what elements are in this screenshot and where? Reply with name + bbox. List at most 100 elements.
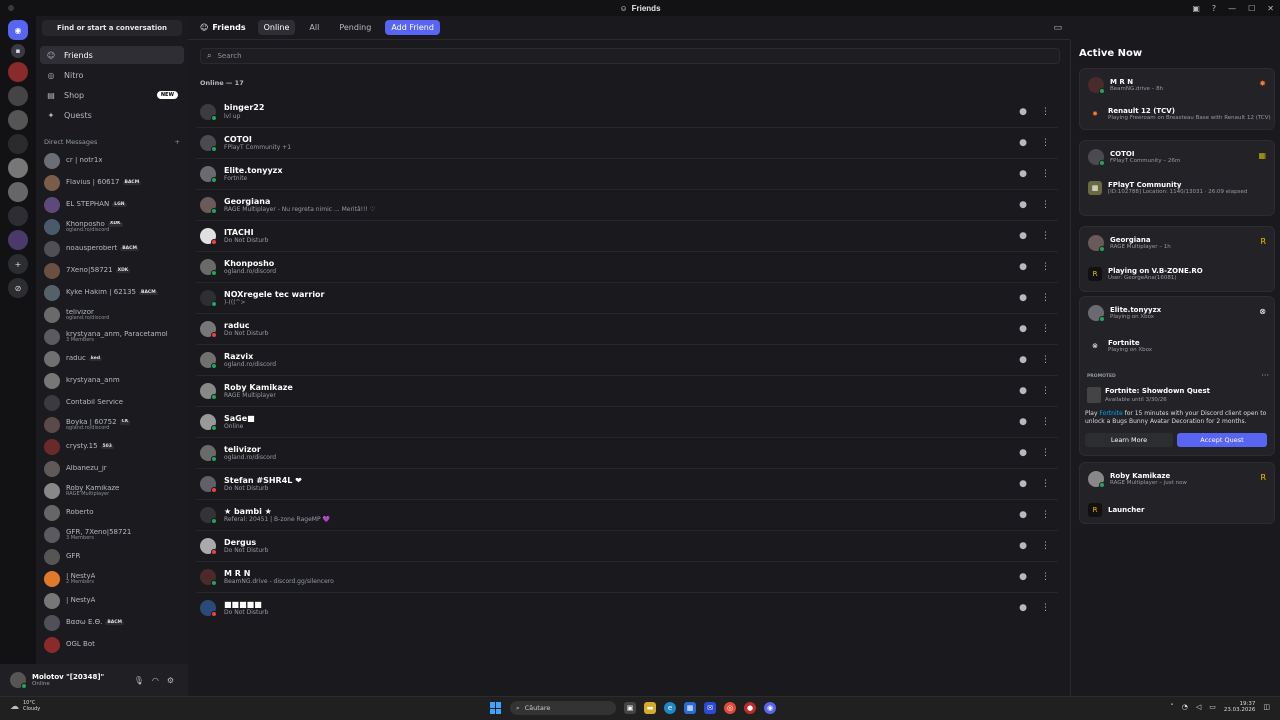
friend-row[interactable]: Elite.tonyyzx Fortnite ● ⋮ <box>196 158 1058 189</box>
dm-item[interactable]: noausperobert BACM <box>40 238 184 260</box>
dm-item[interactable]: 7Xeno|58721 XDK <box>40 260 184 282</box>
message-icon[interactable]: ● <box>1019 169 1027 179</box>
mic-icon[interactable]: 🎙 <box>134 676 144 685</box>
discover-icon[interactable]: ⊘ <box>8 278 28 298</box>
more-options-icon[interactable]: ⋮ <box>1041 169 1050 179</box>
server-icon[interactable]: ▪ <box>11 44 25 58</box>
message-icon[interactable]: ● <box>1019 510 1027 520</box>
more-options-icon[interactable]: ⋮ <box>1041 572 1050 582</box>
close-icon[interactable]: ✕ <box>1267 4 1274 13</box>
clock[interactable]: 19:37 23.03.2026 <box>1224 701 1256 713</box>
friend-row[interactable]: ITACHI Do Not Disturb ● ⋮ <box>196 220 1058 251</box>
friend-row[interactable]: binger22 lvl up ● ⋮ <box>196 96 1058 127</box>
friend-row[interactable]: Georgiana RAGE Multiplayer - Nu regreta n… <box>196 189 1058 220</box>
chrome-icon[interactable]: ◎ <box>724 702 736 714</box>
more-options-icon[interactable]: ⋮ <box>1041 293 1050 303</box>
discord-taskbar-icon[interactable]: ◉ <box>764 702 776 714</box>
app-icon[interactable]: ● <box>744 702 756 714</box>
more-options-icon[interactable]: ⋮ <box>1041 355 1050 365</box>
friend-row[interactable]: NOXregele tec warrior)-(((^> ● ⋮ <box>196 282 1058 313</box>
friend-search-input[interactable]: ⌕ Search <box>200 48 1060 64</box>
inbox-title-icon[interactable]: ▣ <box>1192 4 1200 13</box>
friend-row[interactable]: Khonposho ogland.ro/discord ● ⋮ <box>196 251 1058 282</box>
friend-row[interactable]: M R N BeamNG.drive - discord.gg/silencero… <box>196 561 1058 592</box>
dm-item[interactable]: cr | notr1x <box>40 150 184 172</box>
volume-icon[interactable]: ◁ <box>1196 703 1201 711</box>
create-dm-button[interactable]: + <box>175 138 180 146</box>
message-icon[interactable]: ● <box>1019 324 1027 334</box>
message-icon[interactable]: ● <box>1019 572 1027 582</box>
more-options-icon[interactable]: ⋮ <box>1041 541 1050 551</box>
more-options-icon[interactable]: ⋮ <box>1041 417 1050 427</box>
wifi-icon[interactable]: ◔ <box>1182 703 1188 711</box>
message-icon[interactable]: ● <box>1019 479 1027 489</box>
dm-item[interactable]: OGL Bot <box>40 634 184 656</box>
chevron-up-icon[interactable]: ˄ <box>1170 703 1174 711</box>
server-icon[interactable] <box>8 86 28 106</box>
dm-item[interactable]: Roberto <box>40 502 184 524</box>
back-dot[interactable] <box>8 5 14 11</box>
friend-row[interactable]: SaGe■ Online ● ⋮ <box>196 406 1058 437</box>
dm-item[interactable]: crysty.15 503 <box>40 436 184 458</box>
dm-item[interactable]: GFR, 7Xeno|58721 3 Members <box>40 524 184 546</box>
message-icon[interactable]: ● <box>1019 293 1027 303</box>
battery-icon[interactable]: ▭ <box>1209 703 1216 711</box>
settings-icon[interactable]: ⚙ <box>167 676 174 685</box>
edge-icon[interactable]: e <box>664 702 676 714</box>
headphones-icon[interactable]: ◠ <box>152 676 159 685</box>
dm-item[interactable]: GFR <box>40 546 184 568</box>
more-options-icon[interactable]: ⋮ <box>1041 448 1050 458</box>
maximize-icon[interactable]: ☐ <box>1248 4 1255 13</box>
message-icon[interactable]: ● <box>1019 386 1027 396</box>
dm-item[interactable]: Boyka | 60752 CK ogland.ro/discord <box>40 414 184 436</box>
friend-row[interactable]: Stefan #SHR4L ❤ Do Not Disturb ● ⋮ <box>196 468 1058 499</box>
help-icon[interactable]: ? <box>1212 4 1216 13</box>
discord-home-icon[interactable]: ◉ <box>8 20 28 40</box>
dm-item[interactable]: Kyke Hakim | 62135 BACM <box>40 282 184 304</box>
more-options-icon[interactable]: ⋮ <box>1041 479 1050 489</box>
more-options-icon[interactable]: ⋮ <box>1041 107 1050 117</box>
server-icon[interactable] <box>8 134 28 154</box>
server-icon[interactable] <box>8 230 28 250</box>
store-icon[interactable]: ▦ <box>684 702 696 714</box>
minimize-icon[interactable]: — <box>1228 4 1236 13</box>
more-options-icon[interactable]: ⋮ <box>1041 324 1050 334</box>
add-friend-button[interactable]: Add Friend <box>385 20 440 35</box>
more-options-icon[interactable]: ··· <box>1261 371 1269 380</box>
friend-row[interactable]: raduc Do Not Disturb ● ⋮ <box>196 313 1058 344</box>
server-icon[interactable] <box>8 182 28 202</box>
message-icon[interactable]: ● <box>1019 262 1027 272</box>
start-button[interactable] <box>490 702 502 714</box>
dm-item[interactable]: krystyana_anm <box>40 370 184 392</box>
message-icon[interactable]: ● <box>1019 231 1027 241</box>
dm-item[interactable]: Contabil Service <box>40 392 184 414</box>
friend-row[interactable]: ■■■■■ Do Not Disturb ● ⋮ <box>196 592 1058 623</box>
more-options-icon[interactable]: ⋮ <box>1041 231 1050 241</box>
dm-item[interactable]: Albanezu_jr <box>40 458 184 480</box>
nav-nitro[interactable]: ◎ Nitro <box>40 66 184 84</box>
tab-pending[interactable]: Pending <box>333 20 377 35</box>
add-server-icon[interactable]: + <box>8 254 28 274</box>
dm-item[interactable]: Βασω Ε.Θ. BACM <box>40 612 184 634</box>
friend-row[interactable]: Dergus Do Not Disturb ● ⋮ <box>196 530 1058 561</box>
inbox-icon[interactable]: ▭ <box>1053 23 1062 33</box>
more-options-icon[interactable]: ⋮ <box>1041 262 1050 272</box>
message-icon[interactable]: ● <box>1019 138 1027 148</box>
task-view-icon[interactable]: ▣ <box>624 702 636 714</box>
message-icon[interactable]: ● <box>1019 541 1027 551</box>
dm-item[interactable]: EL STEPHAN LGN <box>40 194 184 216</box>
dm-item[interactable]: | NestyA <box>40 590 184 612</box>
activity-card[interactable]: Roby Kamikaze RAGE Multiplayer – just now… <box>1079 462 1275 524</box>
activity-card[interactable]: COTOI FPlayT Community – 26m ▦ ▦ FPlayT C… <box>1079 140 1275 216</box>
more-options-icon[interactable]: ⋮ <box>1041 200 1050 210</box>
server-icon[interactable] <box>8 158 28 178</box>
friend-row[interactable]: telivizor ogland.ro/discord ● ⋮ <box>196 437 1058 468</box>
more-options-icon[interactable]: ⋮ <box>1041 386 1050 396</box>
more-options-icon[interactable]: ⋮ <box>1041 603 1050 613</box>
server-icon[interactable] <box>8 206 28 226</box>
message-icon[interactable]: ● <box>1019 355 1027 365</box>
tab-online[interactable]: Online <box>257 20 296 35</box>
app-icon[interactable]: ✉ <box>704 702 716 714</box>
more-options-icon[interactable]: ⋮ <box>1041 510 1050 520</box>
tab-all[interactable]: All <box>303 20 325 35</box>
